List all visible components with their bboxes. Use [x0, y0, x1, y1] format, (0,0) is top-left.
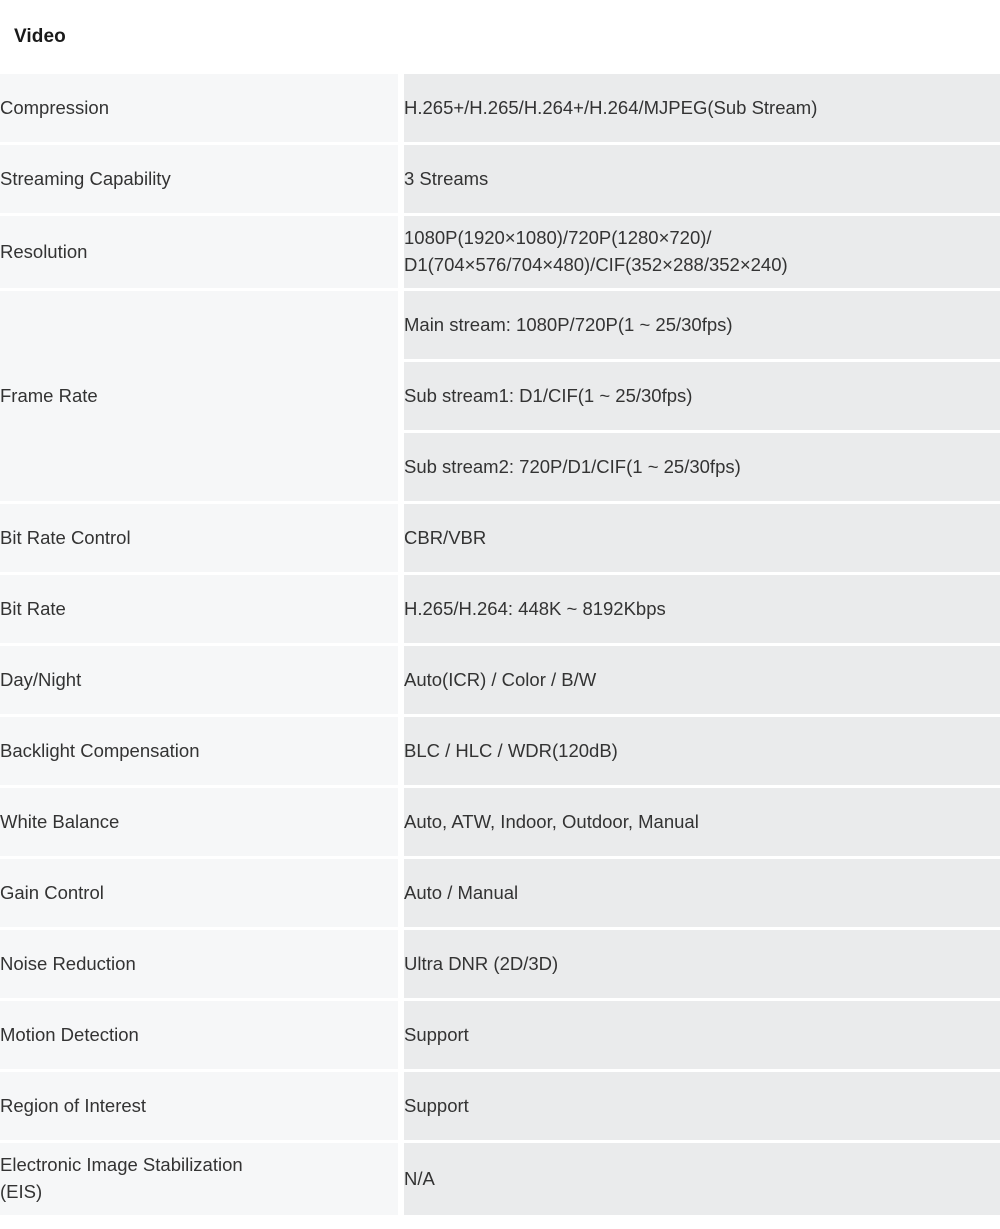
table-row: Noise Reduction Ultra DNR (2D/3D) [0, 930, 1000, 998]
spec-value: 3 Streams [404, 145, 1000, 213]
spec-value: Auto, ATW, Indoor, Outdoor, Manual [404, 788, 1000, 856]
specification-table: Compression H.265+/H.265/H.264+/H.264/MJ… [0, 74, 1000, 1215]
spec-label: Frame Rate [0, 291, 398, 501]
spec-value: Sub stream1: D1/CIF(1 ~ 25/30fps) [404, 362, 1000, 430]
spec-label-line: Electronic Image Stabilization [0, 1152, 398, 1179]
spec-value: H.265/H.264: 448K ~ 8192Kbps [404, 575, 1000, 643]
table-row: Electronic Image Stabilization (EIS) N/A [0, 1143, 1000, 1215]
spec-label: Backlight Compensation [0, 717, 398, 785]
table-row: White Balance Auto, ATW, Indoor, Outdoor… [0, 788, 1000, 856]
spec-value: Auto(ICR) / Color / B/W [404, 646, 1000, 714]
spec-value: H.265+/H.265/H.264+/H.264/MJPEG(Sub Stre… [404, 74, 1000, 142]
spec-value: N/A [404, 1143, 1000, 1215]
spec-value: Auto / Manual [404, 859, 1000, 927]
table-row: Streaming Capability 3 Streams [0, 145, 1000, 213]
table-row: Frame Rate Main stream: 1080P/720P(1 ~ 2… [0, 291, 1000, 359]
spec-label: Bit Rate Control [0, 504, 398, 572]
spec-label: Bit Rate [0, 575, 398, 643]
spec-value: Support [404, 1001, 1000, 1069]
table-row: Bit Rate H.265/H.264: 448K ~ 8192Kbps [0, 575, 1000, 643]
table-row: Bit Rate Control CBR/VBR [0, 504, 1000, 572]
table-row: Backlight Compensation BLC / HLC / WDR(1… [0, 717, 1000, 785]
spec-value: Sub stream2: 720P/D1/CIF(1 ~ 25/30fps) [404, 433, 1000, 501]
spec-label: Motion Detection [0, 1001, 398, 1069]
table-row: Gain Control Auto / Manual [0, 859, 1000, 927]
spec-label-line: (EIS) [0, 1179, 398, 1206]
spec-value: 1080P(1920×1080)/720P(1280×720)/ D1(704×… [404, 216, 1000, 288]
table-row: Resolution 1080P(1920×1080)/720P(1280×72… [0, 216, 1000, 288]
section-title: Video [0, 0, 1000, 74]
spec-label: Streaming Capability [0, 145, 398, 213]
video-specification-section: Video Compression H.265+/H.265/H.264+/H.… [0, 0, 1000, 1215]
spec-value-line: 1080P(1920×1080)/720P(1280×720)/ [404, 225, 1000, 252]
spec-value: Ultra DNR (2D/3D) [404, 930, 1000, 998]
spec-label: Day/Night [0, 646, 398, 714]
spec-value: CBR/VBR [404, 504, 1000, 572]
spec-label: White Balance [0, 788, 398, 856]
table-row: Motion Detection Support [0, 1001, 1000, 1069]
spec-value: Main stream: 1080P/720P(1 ~ 25/30fps) [404, 291, 1000, 359]
spec-value-line: D1(704×576/704×480)/CIF(352×288/352×240) [404, 252, 1000, 279]
table-row: Region of Interest Support [0, 1072, 1000, 1140]
spec-label: Compression [0, 74, 398, 142]
spec-label: Region of Interest [0, 1072, 398, 1140]
spec-label: Resolution [0, 216, 398, 288]
spec-label: Electronic Image Stabilization (EIS) [0, 1143, 398, 1215]
table-row: Day/Night Auto(ICR) / Color / B/W [0, 646, 1000, 714]
spec-value: BLC / HLC / WDR(120dB) [404, 717, 1000, 785]
spec-value: Support [404, 1072, 1000, 1140]
table-row: Compression H.265+/H.265/H.264+/H.264/MJ… [0, 74, 1000, 142]
spec-label: Gain Control [0, 859, 398, 927]
spec-label: Noise Reduction [0, 930, 398, 998]
